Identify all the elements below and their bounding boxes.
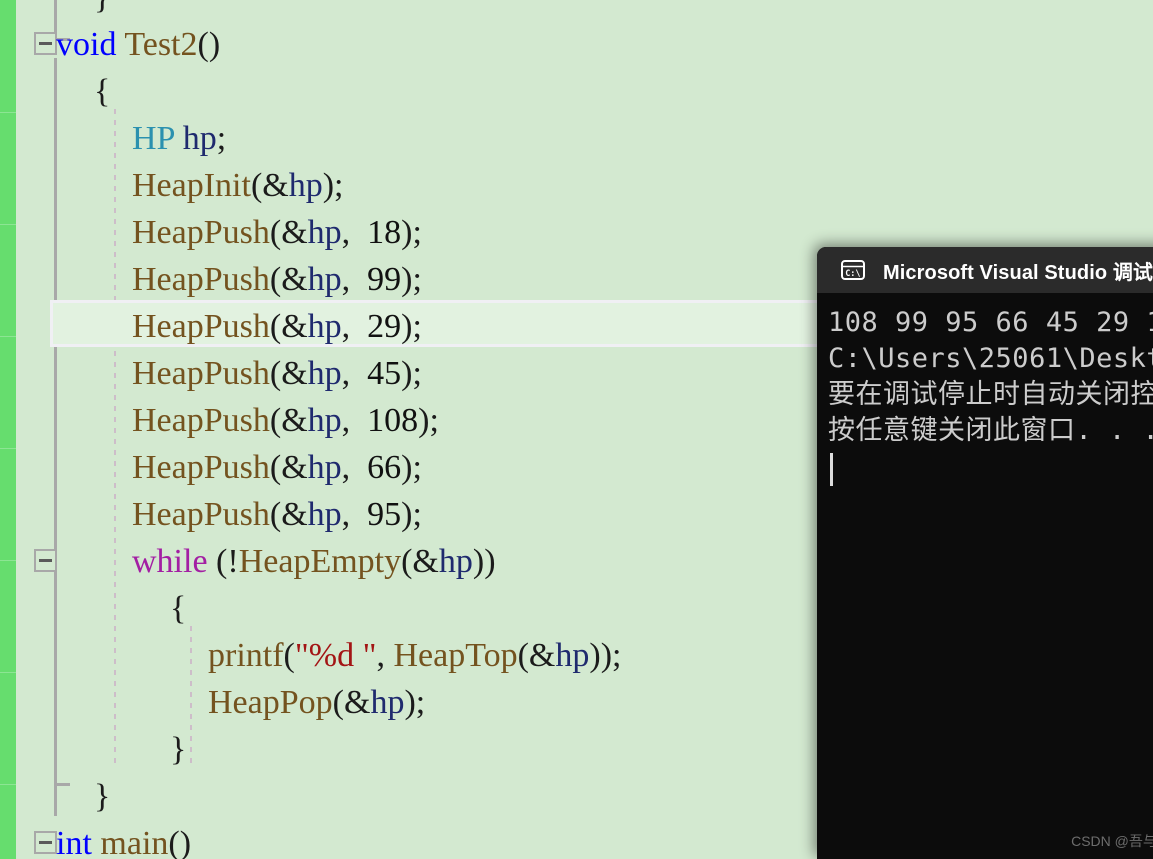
code-token: , [341, 496, 359, 533]
code-token: (& [269, 449, 308, 486]
code-token: hp [182, 120, 217, 157]
console-cmd-icon: C:\ [840, 257, 866, 283]
code-token: hp [288, 167, 323, 204]
code-token: , [341, 449, 359, 486]
code-token: (& [269, 214, 308, 251]
code-token: main [100, 825, 169, 859]
code-token: )); [589, 637, 622, 674]
code-line[interactable]: { [0, 68, 1153, 115]
console-text-caret [830, 453, 833, 486]
code-token: ); [401, 214, 422, 251]
code-token: , [341, 214, 359, 251]
code-token: ); [404, 684, 426, 721]
code-token: )) [472, 543, 496, 580]
code-token: 66 [358, 449, 402, 486]
code-token: hp [307, 261, 342, 298]
code-line[interactable]: HeapInit(&hp); [0, 162, 1153, 209]
code-token: hp [307, 496, 342, 533]
code-token: (& [269, 308, 308, 345]
console-output-line: 108 99 95 66 45 29 18 [828, 307, 1153, 338]
code-token: HeapPush [132, 261, 270, 298]
svg-text:C:\: C:\ [845, 269, 860, 279]
code-token: hp [370, 684, 405, 721]
code-token: 29 [358, 308, 402, 345]
code-token: ); [401, 308, 422, 345]
code-token: (! [207, 543, 239, 580]
console-title-text: Microsoft Visual Studio 调试控 [883, 261, 1153, 284]
code-token: (& [250, 167, 289, 204]
csdn-watermark: CSDN @吾与C [1071, 833, 1153, 849]
code-token: ( [283, 637, 295, 674]
code-token: } [94, 778, 111, 815]
code-token: HeapPop [208, 684, 333, 721]
code-token: int [56, 825, 92, 859]
code-token: hp [307, 402, 342, 439]
code-token: HeapPush [132, 214, 270, 251]
code-token: HeapInit [132, 167, 251, 204]
code-token: (& [269, 402, 308, 439]
code-token: { [170, 590, 187, 627]
code-token: () [168, 825, 192, 859]
code-token: () [197, 26, 221, 63]
code-token: (& [269, 261, 308, 298]
code-token: Test2 [124, 26, 198, 63]
code-token: ); [322, 167, 344, 204]
code-token: 45 [358, 355, 402, 392]
code-token: "%d " [294, 637, 377, 674]
console-output-line: 按任意键关闭此窗口. . . [828, 415, 1153, 446]
code-token: hp [307, 308, 342, 345]
code-token: ); [401, 449, 422, 486]
code-line[interactable]: } [0, 0, 1153, 21]
console-output-line: 要在调试停止时自动关闭控 [828, 379, 1153, 410]
code-token: ); [401, 355, 422, 392]
debug-console-window[interactable]: C:\ Microsoft Visual Studio 调试控 108 99 9… [817, 247, 1153, 859]
code-token: HP [132, 120, 175, 157]
code-token: (& [269, 496, 308, 533]
code-token: , [341, 308, 359, 345]
code-token: 18 [358, 214, 402, 251]
code-token: hp [307, 449, 342, 486]
code-token: HeapPush [132, 402, 270, 439]
code-token: HeapPush [132, 308, 270, 345]
code-token: HeapEmpty [238, 543, 402, 580]
code-token: while [132, 543, 208, 580]
code-token: printf [208, 637, 284, 674]
code-token: hp [438, 543, 473, 580]
code-token: (& [517, 637, 556, 674]
code-token: ); [401, 261, 422, 298]
code-token: ; [216, 120, 227, 157]
code-token: hp [555, 637, 590, 674]
console-output-line: C:\Users\25061\Desktop\ [828, 343, 1153, 374]
console-output-area[interactable]: 108 99 95 66 45 29 18 C:\Users\25061\Desk… [817, 293, 1153, 859]
code-token: HeapPush [132, 355, 270, 392]
code-line[interactable]: HP hp; [0, 115, 1153, 162]
code-token: , [376, 637, 394, 674]
code-token: (& [401, 543, 439, 580]
code-line[interactable]: void Test2() [0, 21, 1153, 68]
code-token: HeapPush [132, 449, 270, 486]
code-token: } [94, 0, 110, 16]
console-titlebar[interactable]: C:\ Microsoft Visual Studio 调试控 [817, 247, 1153, 293]
code-token: 99 [358, 261, 402, 298]
code-token: void [56, 26, 117, 63]
code-token: ); [401, 496, 422, 533]
code-token: (& [269, 355, 308, 392]
code-token: hp [307, 214, 342, 251]
code-token: HeapTop [393, 637, 518, 674]
code-token: 108 [358, 402, 419, 439]
code-token: hp [307, 355, 342, 392]
code-token: , [341, 261, 359, 298]
screen-root: }void Test2(){HP hp;HeapInit(&hp);HeapPu… [0, 0, 1153, 859]
code-token: ); [418, 402, 439, 439]
code-token: { [94, 73, 111, 110]
code-token: 95 [358, 496, 402, 533]
code-token: HeapPush [132, 496, 270, 533]
code-token: (& [332, 684, 371, 721]
code-token: , [341, 355, 359, 392]
code-token: } [170, 731, 187, 768]
code-token: , [341, 402, 359, 439]
